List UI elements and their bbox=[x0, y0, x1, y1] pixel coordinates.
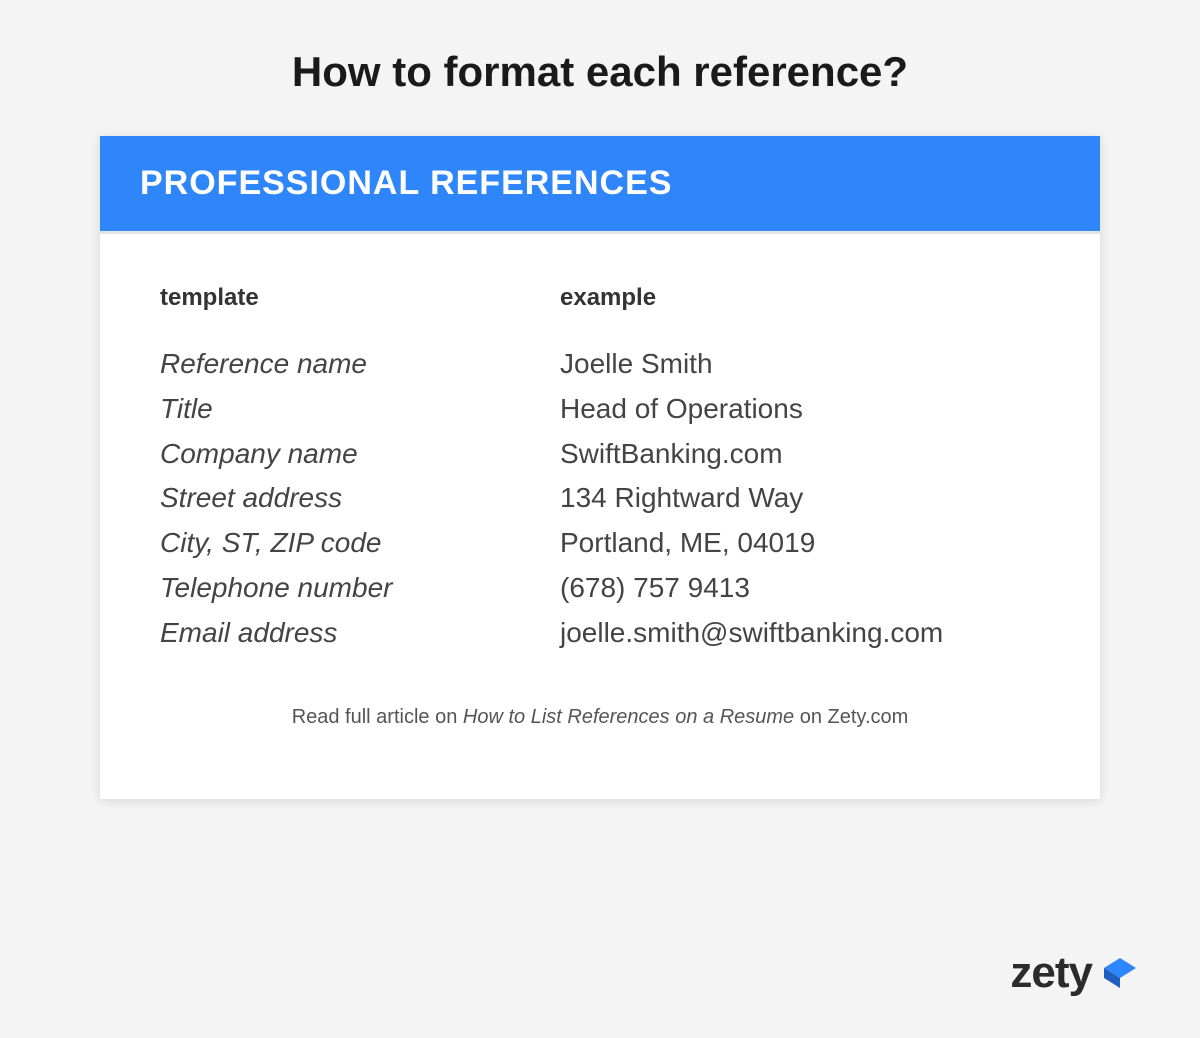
template-line: Email address bbox=[160, 611, 500, 656]
template-line: Telephone number bbox=[160, 566, 500, 611]
template-line: Title bbox=[160, 387, 500, 432]
card-body: template Reference name Title Company na… bbox=[100, 234, 1100, 799]
template-column: template Reference name Title Company na… bbox=[160, 284, 500, 656]
page-title: How to format each reference? bbox=[0, 0, 1200, 136]
example-line: Portland, ME, 04019 bbox=[560, 521, 1040, 566]
brand-logo: zety bbox=[1010, 948, 1140, 998]
reference-card: PROFESSIONAL REFERENCES template Referen… bbox=[100, 136, 1100, 799]
template-line: Street address bbox=[160, 476, 500, 521]
template-line: City, ST, ZIP code bbox=[160, 521, 500, 566]
footer-article-title: How to List References on a Resume bbox=[463, 706, 794, 728]
footer-note: Read full article on How to List Referen… bbox=[160, 656, 1040, 769]
template-line: Reference name bbox=[160, 342, 500, 387]
template-heading: template bbox=[160, 284, 500, 312]
example-line: Joelle Smith bbox=[560, 342, 1040, 387]
example-line: Head of Operations bbox=[560, 387, 1040, 432]
example-line: (678) 757 9413 bbox=[560, 566, 1040, 611]
card-header: PROFESSIONAL REFERENCES bbox=[100, 136, 1100, 234]
example-line: joelle.smith@swiftbanking.com bbox=[560, 611, 1040, 656]
brand-name: zety bbox=[1010, 948, 1092, 998]
footer-suffix: on Zety.com bbox=[794, 706, 908, 728]
brand-mark-icon bbox=[1098, 952, 1140, 994]
template-line: Company name bbox=[160, 432, 500, 477]
example-column: example Joelle Smith Head of Operations … bbox=[560, 284, 1040, 656]
footer-prefix: Read full article on bbox=[292, 706, 463, 728]
example-line: 134 Rightward Way bbox=[560, 476, 1040, 521]
example-line: SwiftBanking.com bbox=[560, 432, 1040, 477]
example-heading: example bbox=[560, 284, 1040, 312]
